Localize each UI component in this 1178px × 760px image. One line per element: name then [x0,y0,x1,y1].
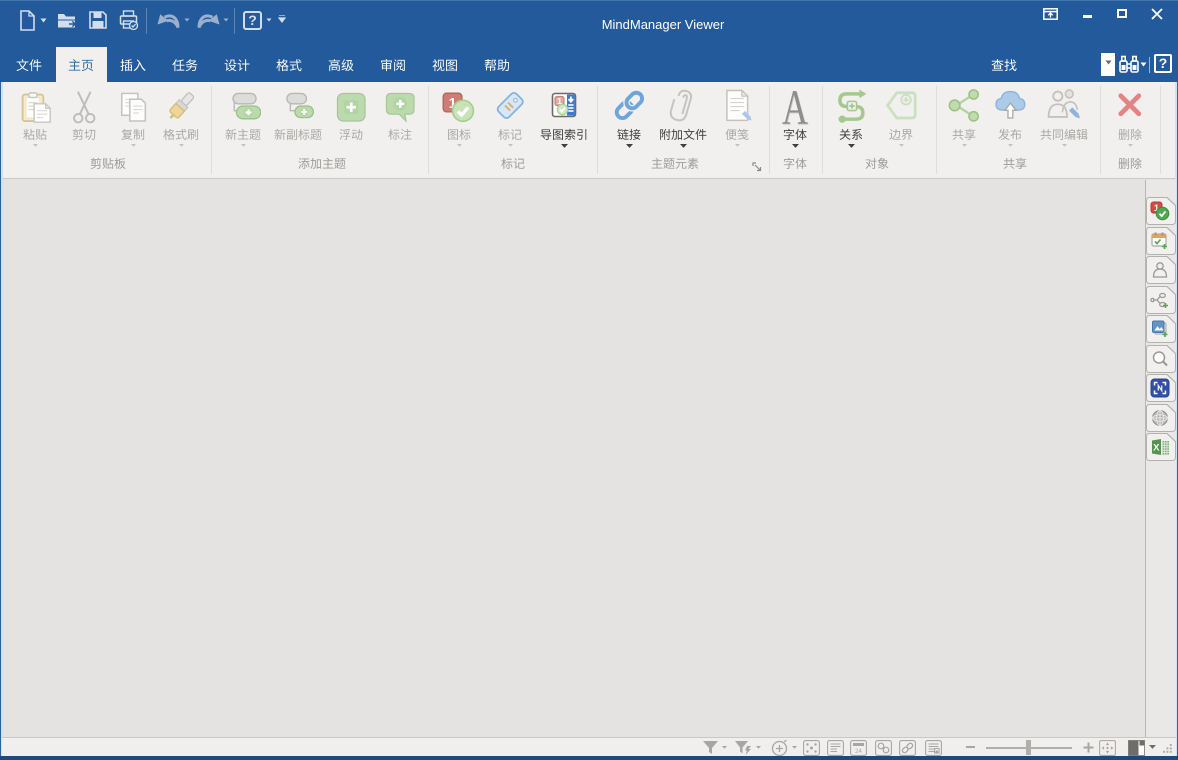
svg-text:X: X [1153,443,1160,454]
svg-text:24: 24 [855,749,862,755]
